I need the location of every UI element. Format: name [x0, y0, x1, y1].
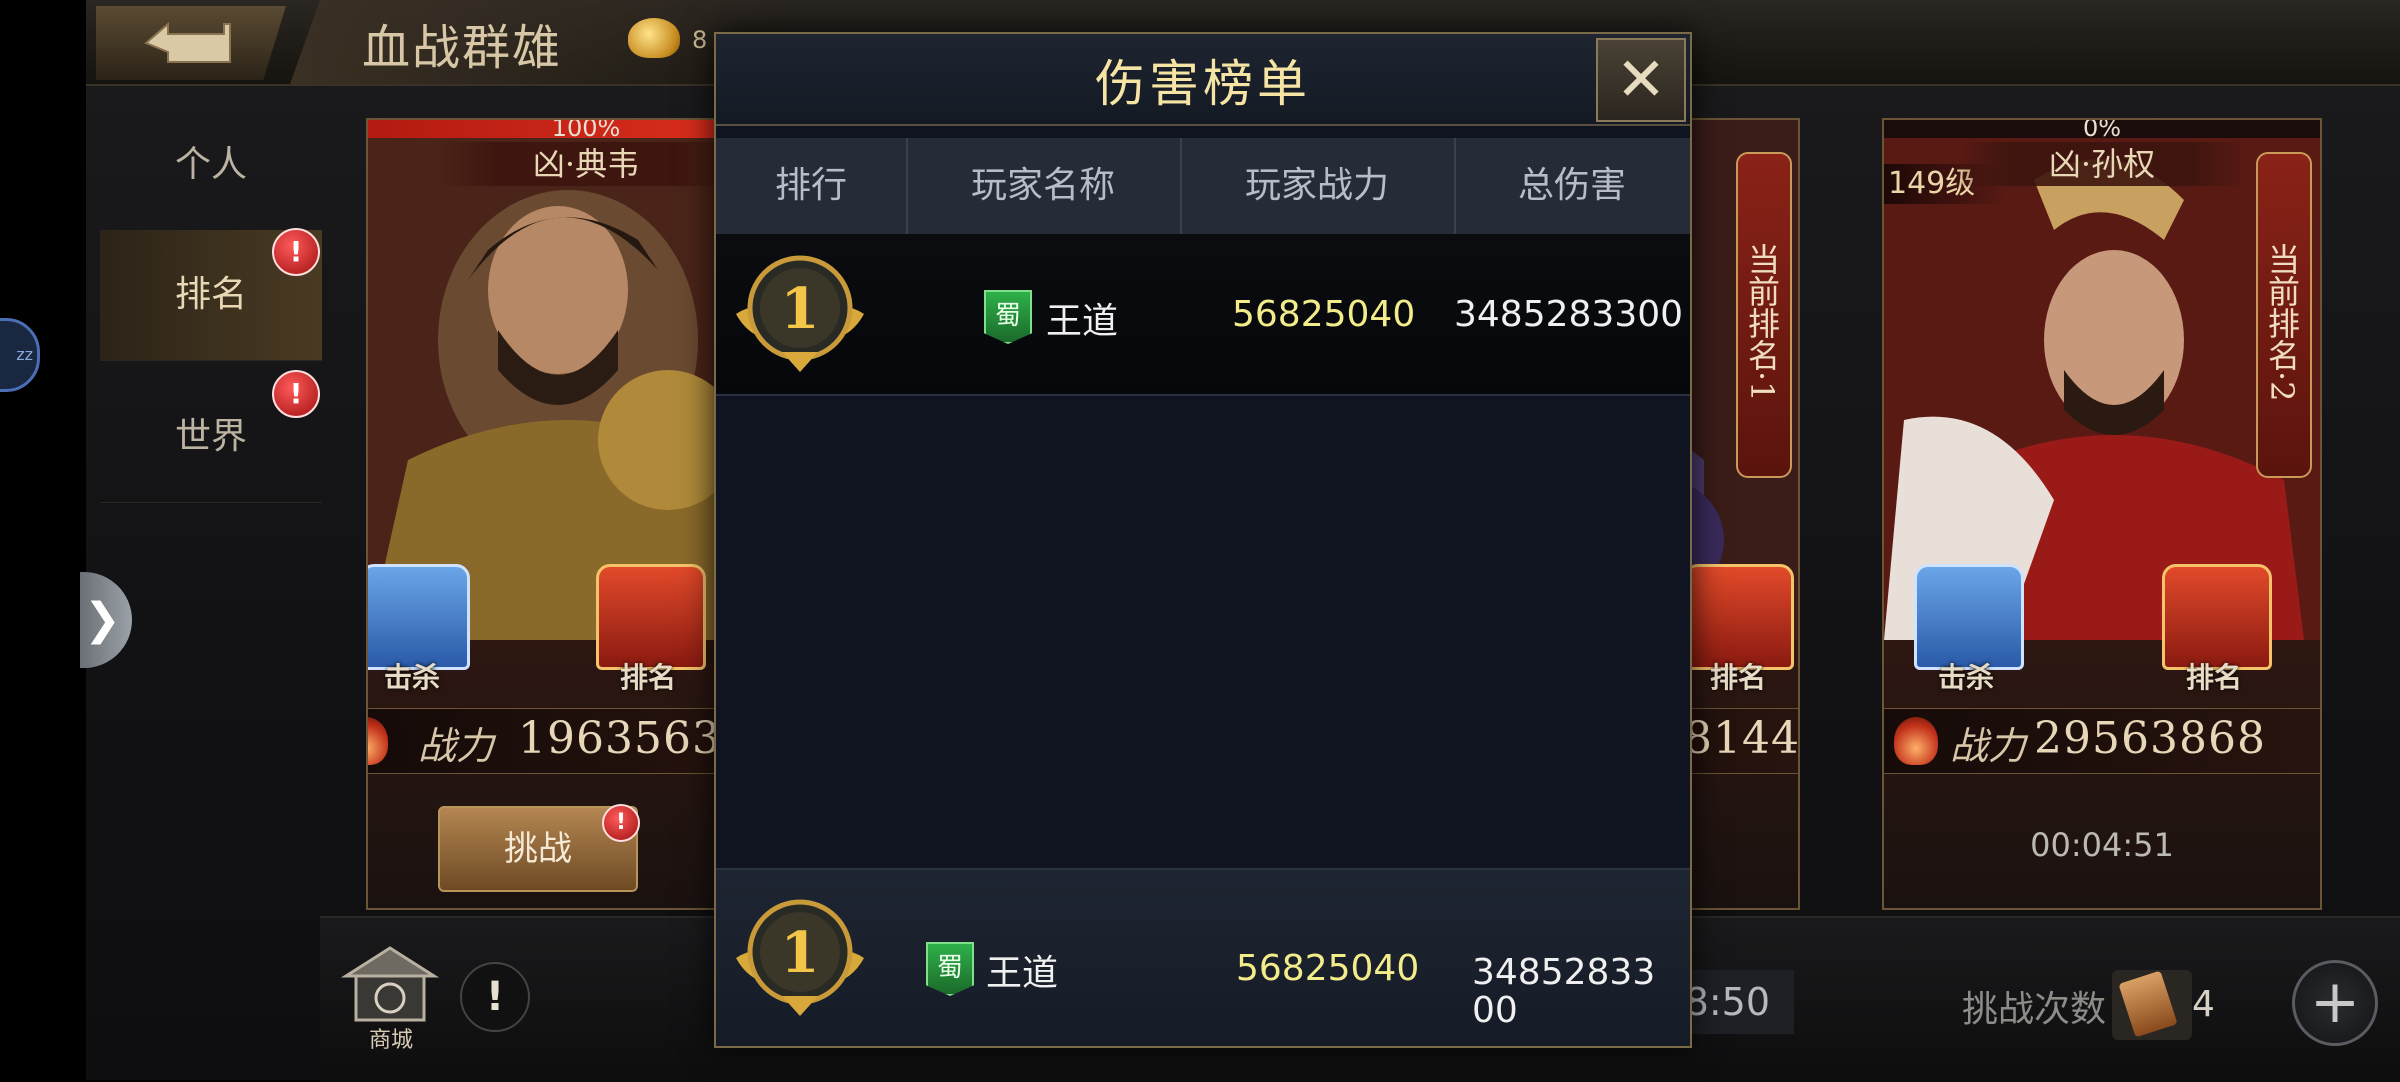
challenge-label: 挑战 [504, 829, 572, 869]
challenge-count: 4 [2192, 984, 2215, 1025]
kill-reward-label: 击杀 [383, 661, 440, 694]
column-header-rank: 排行 [716, 138, 908, 234]
kill-reward-chest-icon[interactable] [368, 564, 470, 670]
back-arrow-icon [144, 21, 231, 63]
challenge-button[interactable]: 挑战 ! [438, 804, 640, 892]
current-rank-tag: 当前排名·1 [1736, 152, 1792, 478]
modal-title: 伤害榜单 [1095, 55, 1311, 113]
flame-icon [368, 717, 388, 765]
page-title: 血战群雄 [362, 20, 563, 76]
total-damage: 3485283300 [1454, 294, 1684, 335]
boss-card[interactable]: 0% 149级 凶·孙权 当前排名·2 击杀 排名 战力 29563868 00… [1882, 118, 2322, 910]
kill-reward-label: 击杀 [1937, 661, 1994, 694]
power-value: 29563868 [2034, 713, 2266, 764]
rank-reward-label: 排名 [2185, 661, 2242, 694]
boss-name: 凶·孙权 [1954, 142, 2250, 186]
power-value: 1963563 [518, 713, 721, 764]
sidebar-item-world[interactable]: 世界 ! [100, 370, 322, 503]
boss-power: 战力 29563868 [1884, 708, 2320, 774]
total-damage: 3485283300 [1472, 952, 1656, 1031]
rank-reward-chest-icon[interactable] [596, 564, 706, 670]
screen-edge [0, 0, 86, 1080]
alert-badge: ! [272, 228, 320, 276]
rank-1-medal-icon: 1 [736, 899, 864, 1016]
flame-icon [1894, 717, 1938, 765]
player-name: 王道 [1046, 301, 1119, 342]
column-header-player-power: 玩家战力 [1180, 138, 1456, 234]
table-header: 排行 玩家名称 玩家战力 总伤害 [716, 138, 1690, 234]
player-name: 王道 [986, 953, 1059, 994]
challenge-ticket-icon [2112, 970, 2192, 1040]
rank-1-medal-icon: 1 [736, 255, 864, 372]
column-header-player-name: 玩家名称 [906, 138, 1182, 234]
boss-name: 凶·典韦 [438, 142, 734, 186]
rank-reward-label: 排名 [619, 661, 676, 694]
my-rank-row: 1 蜀 王道 56825040 3485283300 [716, 868, 1690, 1046]
close-button[interactable]: ✕ [1596, 38, 1686, 122]
hp-percent: 0% [2082, 118, 2122, 142]
power-label: 战力 [1950, 724, 2027, 768]
kill-reward-chest-icon[interactable] [1914, 564, 2024, 670]
add-challenge-button[interactable]: + [2292, 960, 2378, 1046]
damage-leaderboard-modal: 伤害榜单 ✕ 排行 玩家名称 玩家战力 总伤害 1 蜀 王道 56825040 … [714, 32, 1692, 1048]
power-value: 8144 [1684, 713, 1800, 764]
gold-ingot-icon [628, 18, 680, 58]
player-power: 56825040 [1232, 294, 1416, 335]
medal-rank-number: 1 [781, 920, 820, 986]
rank-reward-chest-icon[interactable] [1684, 564, 1794, 670]
respawn-timer: 00:04:51 [2030, 826, 2174, 864]
current-rank-tag: 当前排名·2 [2256, 152, 2312, 478]
sidebar-item-label: 个人 [174, 144, 247, 185]
sidebar-item-label: 世界 [174, 416, 247, 457]
alert-badge: ! [602, 804, 640, 842]
player-power: 56825040 [1236, 948, 1420, 989]
power-label: 战力 [418, 724, 495, 768]
medal-rank-number: 1 [781, 276, 820, 342]
chevron-right-icon: ❯ [84, 594, 121, 645]
sidebar-item-personal[interactable]: 个人 [100, 100, 322, 231]
sidebar-item-label: 排名 [174, 274, 247, 315]
faction-badge: 蜀 [984, 290, 1032, 344]
shop-label: 商城 [368, 1028, 413, 1053]
faction-badge: 蜀 [926, 942, 974, 996]
table-row[interactable]: 1 蜀 王道 56825040 3485283300 [716, 234, 1690, 396]
rank-reward-chest-icon[interactable] [2162, 564, 2272, 670]
challenge-count-label: 挑战次数 [1962, 989, 2107, 1030]
rank-reward-label: 排名 [1709, 661, 1766, 694]
back-button[interactable] [96, 6, 286, 80]
gold-value: 8 [692, 26, 708, 54]
column-header-total-damage: 总伤害 [1517, 165, 1626, 206]
alert-badge: ! [272, 370, 320, 418]
sidebar: 个人 排名 ! 世界 ! [100, 100, 322, 520]
info-alert-button[interactable]: ! [460, 962, 530, 1032]
sidebar-item-ranking[interactable]: 排名 ! [100, 228, 322, 361]
